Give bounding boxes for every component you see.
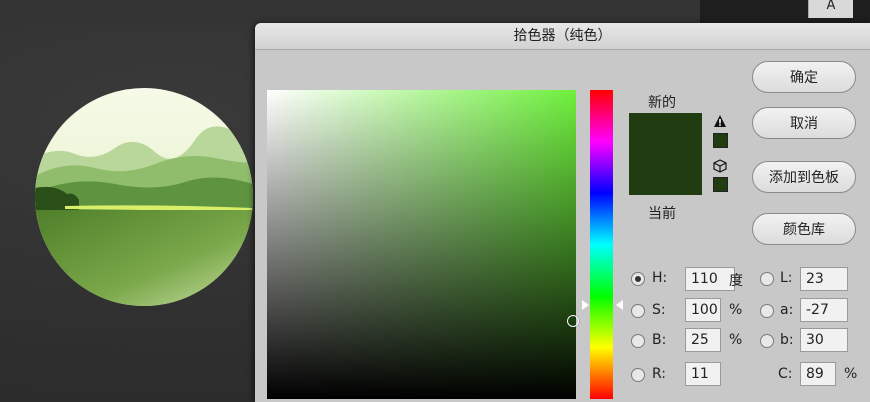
- h-input[interactable]: 110: [685, 267, 735, 291]
- color-libraries-button[interactable]: 颜色库: [752, 213, 856, 245]
- radio-b-lab[interactable]: [760, 334, 774, 348]
- new-color-swatch: [629, 113, 702, 154]
- current-color-swatch[interactable]: [629, 154, 702, 195]
- label-a: a:: [780, 302, 794, 318]
- b-brightness-unit: %: [729, 332, 743, 348]
- l-input[interactable]: 23: [800, 267, 848, 291]
- hue-slider-handle-left[interactable]: [582, 300, 589, 310]
- corner-tool-button[interactable]: A: [808, 0, 853, 18]
- color-field-cursor[interactable]: [567, 315, 579, 327]
- label-h: H:: [652, 270, 668, 286]
- color-picker-dialog: 拾色器（纯色） 新的 当前 确定 取消 添加到色板 颜色库 H: 110 度 S…: [255, 23, 870, 402]
- r-input[interactable]: 11: [685, 362, 721, 386]
- landscape-artwork: [35, 88, 253, 306]
- s-unit: %: [729, 302, 743, 318]
- h-unit: 度: [729, 273, 743, 289]
- b-lab-input[interactable]: 30: [800, 328, 848, 352]
- label-b-brightness: B:: [652, 332, 667, 348]
- c-input[interactable]: 89: [800, 362, 836, 386]
- dialog-title: 拾色器（纯色）: [255, 23, 870, 50]
- gamut-color-swatch[interactable]: [713, 133, 728, 148]
- label-b-lab: b:: [780, 332, 794, 348]
- radio-b-brightness[interactable]: [631, 334, 645, 348]
- hue-slider[interactable]: [590, 90, 613, 399]
- label-l: L:: [780, 270, 793, 286]
- b-brightness-input[interactable]: 25: [685, 328, 721, 352]
- add-to-swatches-button[interactable]: 添加到色板: [752, 161, 856, 193]
- current-color-label: 当前: [648, 206, 676, 222]
- label-r: R:: [652, 366, 667, 382]
- ok-button[interactable]: 确定: [752, 61, 856, 93]
- cancel-button[interactable]: 取消: [752, 107, 856, 139]
- web-safe-cube-icon[interactable]: [713, 159, 727, 173]
- radio-r[interactable]: [631, 368, 645, 382]
- color-field[interactable]: [267, 90, 576, 399]
- a-input[interactable]: -27: [800, 298, 848, 322]
- radio-h[interactable]: [631, 272, 645, 286]
- gamut-warning-icon[interactable]: [713, 114, 727, 128]
- label-c: C:: [778, 366, 793, 382]
- radio-l[interactable]: [760, 272, 774, 286]
- radio-s[interactable]: [631, 304, 645, 318]
- web-safe-color-swatch[interactable]: [713, 177, 728, 192]
- label-s: S:: [652, 302, 666, 318]
- hue-slider-handle-right[interactable]: [616, 300, 623, 310]
- new-color-label: 新的: [648, 95, 676, 111]
- radio-a[interactable]: [760, 304, 774, 318]
- s-input[interactable]: 100: [685, 298, 721, 322]
- c-unit: %: [844, 366, 858, 382]
